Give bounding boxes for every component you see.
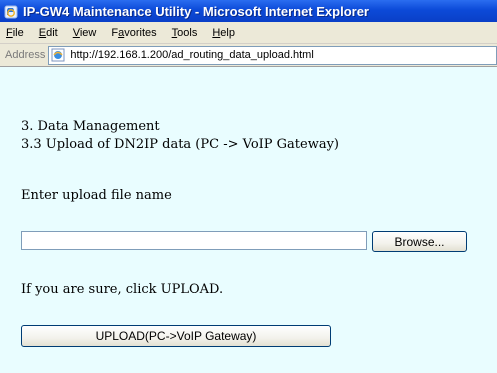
window-title-bar: IP-GW4 Maintenance Utility - Microsoft I…	[0, 0, 497, 22]
menu-bar: File Edit View Favorites Tools Help	[0, 22, 497, 44]
menu-edit[interactable]: Edit	[32, 27, 66, 39]
menu-view[interactable]: View	[66, 27, 105, 39]
address-label: Address	[5, 49, 46, 61]
confirm-text: If you are sure, click UPLOAD.	[21, 282, 224, 297]
menu-tools[interactable]: Tools	[165, 27, 206, 39]
window-title: IP-GW4 Maintenance Utility - Microsoft I…	[23, 3, 369, 19]
section-title: 3. Data Management	[21, 119, 160, 134]
menu-file[interactable]: File	[0, 27, 32, 39]
page-content: 3. Data Management 3.3 Upload of DN2IP d…	[0, 67, 497, 373]
ie-page-icon	[51, 48, 67, 62]
address-input[interactable]: http://192.168.1.200/ad_routing_data_upl…	[48, 45, 497, 65]
upload-file-input[interactable]	[21, 231, 367, 250]
menu-help[interactable]: Help	[205, 27, 243, 39]
file-prompt: Enter upload file name	[21, 188, 172, 203]
menu-favorites[interactable]: Favorites	[104, 27, 164, 39]
subsection-title: 3.3 Upload of DN2IP data (PC -> VoIP Gat…	[21, 137, 340, 152]
browse-button[interactable]: Browse...	[372, 231, 467, 252]
ie-icon	[4, 4, 18, 19]
upload-button[interactable]: UPLOAD(PC->VoIP Gateway)	[21, 325, 331, 347]
address-bar: Address http://192.168.1.200/ad_routing_…	[0, 44, 497, 67]
address-url: http://192.168.1.200/ad_routing_data_upl…	[70, 49, 314, 61]
